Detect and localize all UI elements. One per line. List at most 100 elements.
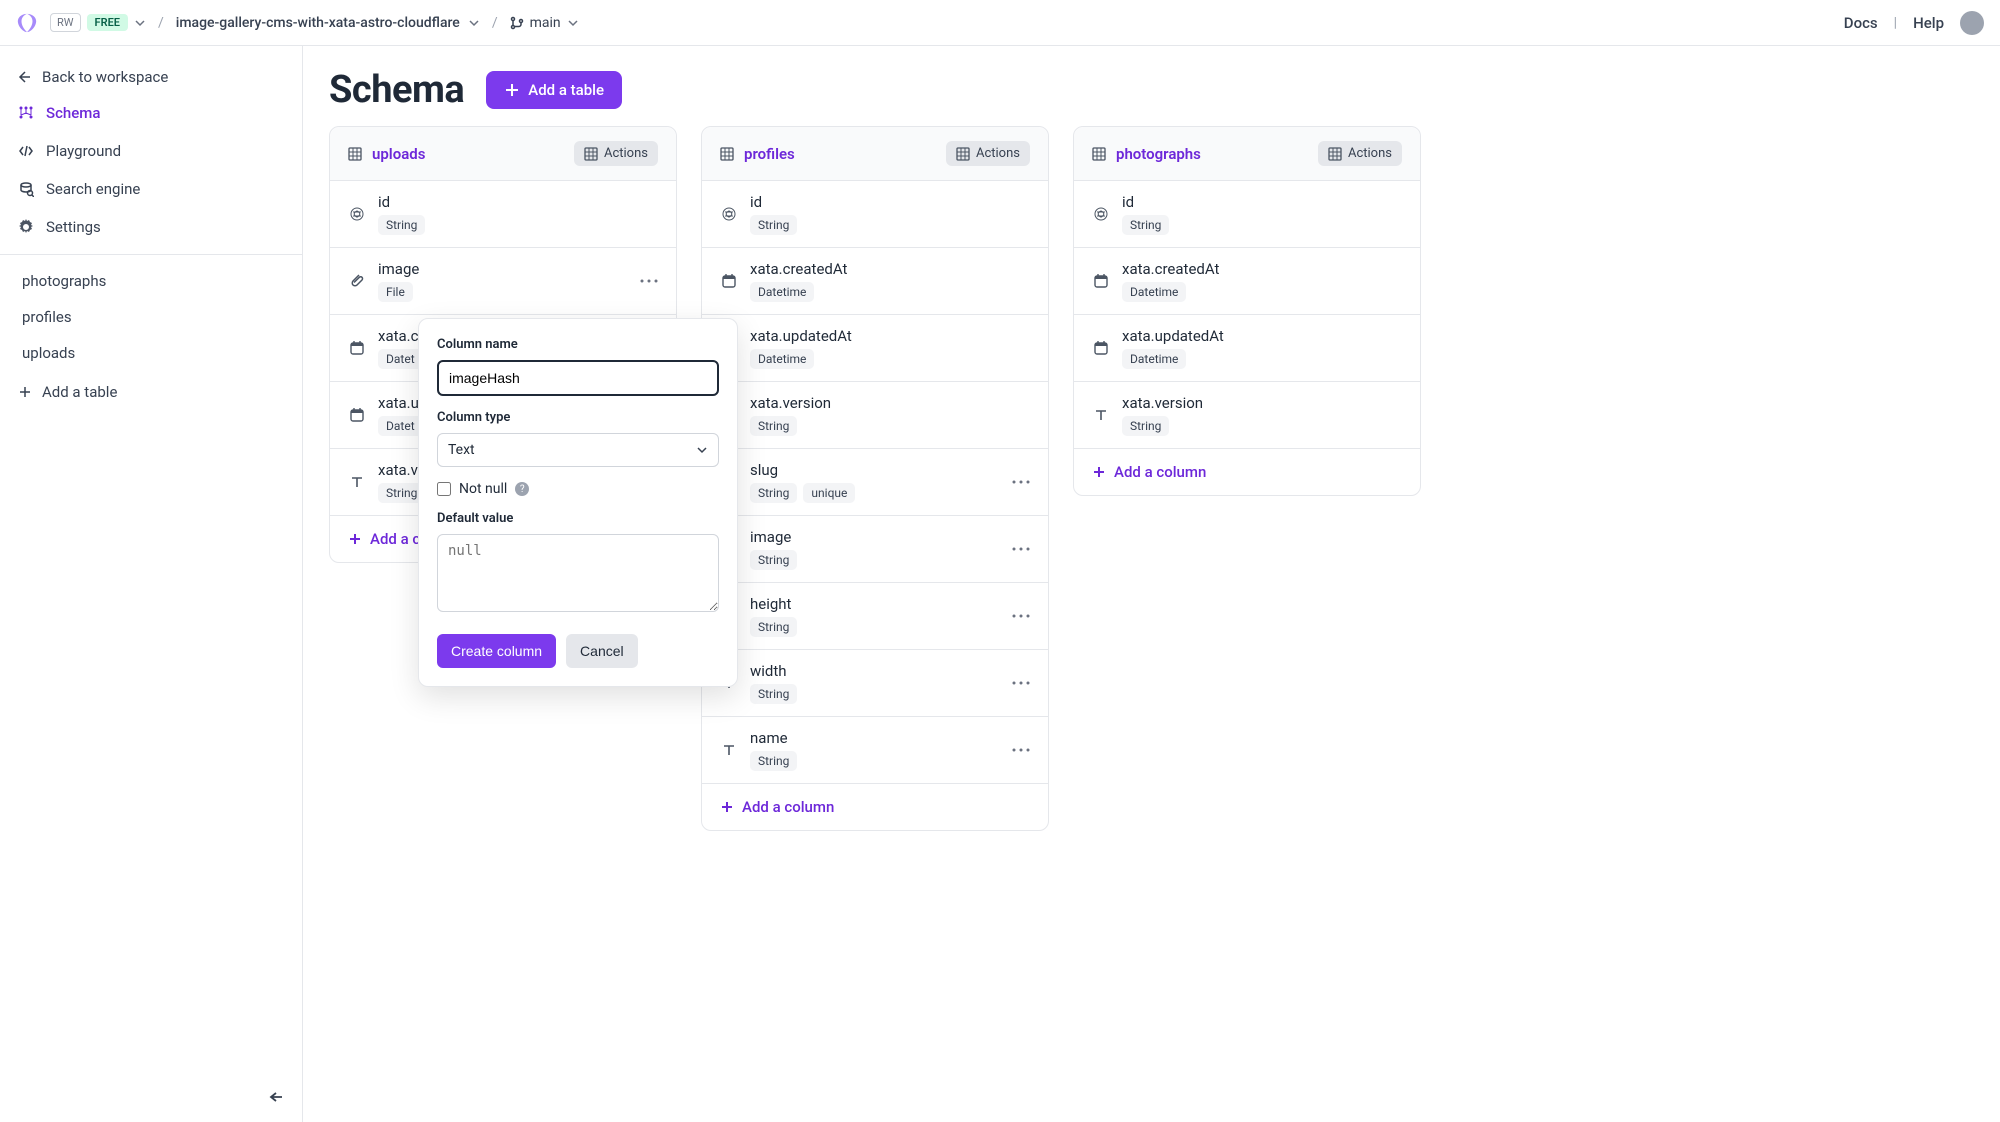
more-icon[interactable] — [1012, 681, 1030, 685]
cancel-button[interactable]: Cancel — [566, 634, 638, 668]
not-null-checkbox[interactable] — [437, 482, 451, 496]
sidebar-item-label: Settings — [46, 218, 101, 236]
plan-badge: FREE — [87, 14, 128, 31]
chevron-down-icon — [696, 444, 708, 456]
column-name: id — [750, 193, 1030, 211]
add-table-button[interactable]: Add a table — [486, 71, 622, 109]
collapse-sidebar-button[interactable] — [266, 1090, 284, 1104]
column-name: image — [378, 260, 628, 278]
table-name[interactable]: photographs — [1092, 145, 1201, 163]
create-column-button[interactable]: Create column — [437, 634, 556, 668]
help-link[interactable]: Help — [1913, 14, 1944, 32]
column-row[interactable]: xata.version String — [702, 382, 1048, 449]
table-name[interactable]: uploads — [348, 145, 425, 163]
page-title: Schema — [329, 68, 464, 112]
column-row[interactable]: image File — [330, 248, 676, 315]
column-row[interactable]: xata.updatedAt Datetime — [702, 315, 1048, 382]
add-column-button[interactable]: Add a column — [702, 784, 1048, 830]
file-icon — [348, 273, 366, 289]
gear-icon — [18, 219, 34, 235]
column-row[interactable]: height String — [702, 583, 1048, 650]
column-name-input[interactable] — [437, 360, 719, 396]
table-actions-button[interactable]: Actions — [946, 141, 1030, 166]
column-row[interactable]: id String — [330, 181, 676, 248]
sidebar-item-playground[interactable]: Playground — [0, 132, 302, 170]
type-badge: String — [750, 684, 797, 704]
type-badge: Datetime — [1122, 349, 1186, 369]
table-name[interactable]: profiles — [720, 145, 795, 163]
chevron-down-icon — [134, 17, 146, 29]
type-badge: Datetime — [750, 282, 814, 302]
code-icon — [18, 143, 34, 159]
datetime-icon — [720, 273, 738, 289]
default-value-label: Default value — [437, 511, 719, 526]
type-badge: String — [1122, 215, 1169, 235]
default-value-input[interactable] — [437, 534, 719, 612]
add-table-label: Add a table — [42, 383, 117, 401]
workspace-selector[interactable]: RW FREE — [50, 13, 146, 32]
column-row[interactable]: id String — [1074, 181, 1420, 248]
add-column-button[interactable]: Add a column — [1074, 449, 1420, 495]
sidebar-table-photographs[interactable]: photographs — [0, 263, 302, 299]
table-icon — [1092, 147, 1106, 161]
chevron-down-icon — [468, 17, 480, 29]
help-icon[interactable]: ? — [515, 482, 529, 496]
column-type-label: Column type — [437, 410, 719, 425]
separator: / — [492, 15, 498, 31]
topbar: RW FREE / image-gallery-cms-with-xata-as… — [0, 0, 2000, 46]
type-badge: Datet — [378, 349, 423, 369]
sidebar-item-search[interactable]: Search engine — [0, 170, 302, 208]
more-icon[interactable] — [1012, 748, 1030, 752]
back-to-workspace[interactable]: Back to workspace — [0, 60, 302, 94]
more-icon[interactable] — [1012, 480, 1030, 484]
column-name: width — [750, 662, 1000, 680]
table-icon — [584, 147, 598, 161]
column-row[interactable]: name String — [702, 717, 1048, 784]
column-row[interactable]: xata.version String — [1074, 382, 1420, 449]
sidebar-table-profiles[interactable]: profiles — [0, 299, 302, 335]
type-badge: String — [750, 483, 797, 503]
datetime-icon — [348, 340, 366, 356]
chevron-down-icon — [567, 17, 579, 29]
plus-icon — [18, 385, 32, 399]
type-badge: String — [750, 751, 797, 771]
table-card-photographs: photographs Actions id String xata.creat… — [1073, 126, 1421, 496]
column-name: image — [750, 528, 1000, 546]
xata-logo[interactable] — [16, 12, 38, 34]
column-row[interactable]: slug Stringunique — [702, 449, 1048, 516]
text-icon — [720, 742, 738, 758]
column-type-select[interactable]: Text — [437, 433, 719, 467]
id-icon — [1092, 206, 1110, 222]
column-row[interactable]: xata.createdAt Datetime — [702, 248, 1048, 315]
datetime-icon — [1092, 340, 1110, 356]
plus-icon — [504, 82, 520, 98]
column-row[interactable]: xata.updatedAt Datetime — [1074, 315, 1420, 382]
column-row[interactable]: id String — [702, 181, 1048, 248]
sidebar-item-schema[interactable]: Schema — [0, 94, 302, 132]
column-row[interactable]: image String — [702, 516, 1048, 583]
table-card-profiles: profiles Actions id String xata.createdA… — [701, 126, 1049, 831]
sidebar-table-uploads[interactable]: uploads — [0, 335, 302, 371]
sidebar-item-settings[interactable]: Settings — [0, 208, 302, 246]
plus-icon — [348, 532, 362, 546]
avatar[interactable] — [1960, 11, 1984, 35]
column-name: xata.version — [750, 394, 1030, 412]
sidebar-item-label: Search engine — [46, 180, 140, 198]
table-actions-button[interactable]: Actions — [574, 141, 658, 166]
sidebar-add-table[interactable]: Add a table — [0, 371, 302, 413]
project-selector[interactable]: image-gallery-cms-with-xata-astro-cloudf… — [176, 15, 480, 31]
text-icon — [1092, 407, 1110, 423]
search-engine-icon — [18, 181, 34, 197]
more-icon[interactable] — [1012, 547, 1030, 551]
table-icon — [956, 147, 970, 161]
docs-link[interactable]: Docs — [1844, 14, 1878, 32]
branch-selector[interactable]: main — [510, 15, 579, 31]
column-name: id — [378, 193, 658, 211]
column-row[interactable]: xata.createdAt Datetime — [1074, 248, 1420, 315]
table-actions-button[interactable]: Actions — [1318, 141, 1402, 166]
type-badge: Datetime — [750, 349, 814, 369]
column-row[interactable]: width String — [702, 650, 1048, 717]
more-icon[interactable] — [1012, 614, 1030, 618]
more-icon[interactable] — [640, 279, 658, 283]
sidebar-item-label: Schema — [46, 104, 100, 122]
